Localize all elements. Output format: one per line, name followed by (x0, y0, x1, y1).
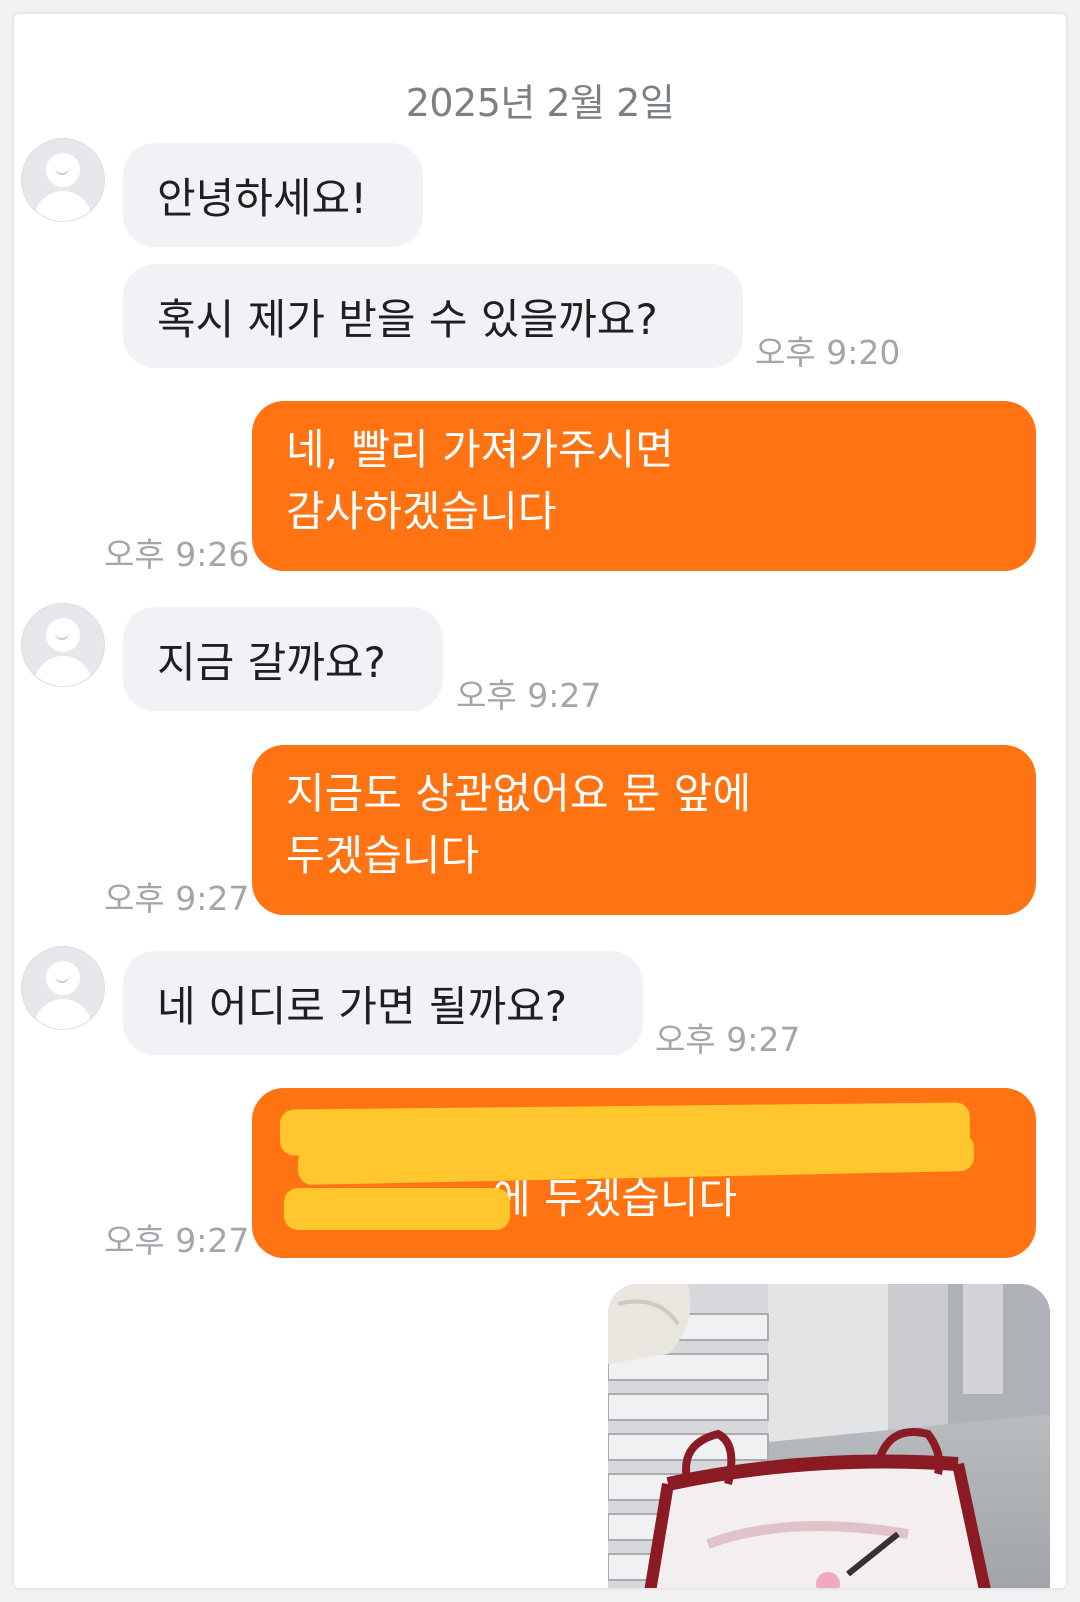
message-timestamp: 오후 9:27 (655, 1020, 801, 1059)
message-timestamp: 오후 9:27 (456, 676, 602, 715)
message-text-line: 지금도 상관없어요 문 앞에 (286, 769, 752, 818)
redaction-scribble (284, 1188, 510, 1230)
message-text: 지금 갈까요? (157, 637, 386, 687)
message-timestamp: 오후 9:27 (104, 879, 250, 918)
sender-avatar-icon[interactable] (21, 603, 105, 687)
date-separator: 2025년 2월 2일 (405, 81, 675, 125)
message-timestamp: 오후 9:20 (755, 333, 901, 372)
sender-avatar-icon[interactable] (21, 138, 105, 222)
photo-message-thumbnail[interactable] (608, 1284, 1050, 1588)
incoming-message-bubble[interactable]: 혹시 제가 받을 수 있을까요? (123, 264, 743, 368)
outgoing-message-bubble[interactable]: 지금도 상관없어요 문 앞에 두겠습니다 (252, 745, 1036, 915)
incoming-message-bubble[interactable]: 안녕하세요! (123, 143, 423, 247)
outgoing-message-bubble[interactable]: 네, 빨리 가져가주시면 감사하겠습니다 (252, 401, 1036, 571)
message-text: 네 어디로 가면 될까요? (157, 981, 568, 1031)
message-text: 안녕하세요! (157, 173, 368, 223)
message-timestamp: 오후 9:27 (104, 1221, 250, 1260)
message-text-line: 감사하겠습니다 (286, 487, 557, 536)
incoming-message-bubble[interactable]: 네 어디로 가면 될까요? (123, 951, 643, 1055)
message-text: 혹시 제가 받을 수 있을까요? (157, 294, 658, 344)
photo-image (608, 1284, 1050, 1588)
outgoing-message-bubble[interactable]: 에 두겠습니다 (252, 1088, 1036, 1258)
message-timestamp: 오후 9:26 (104, 535, 250, 574)
message-text-line: 두겠습니다 (286, 831, 480, 880)
incoming-message-bubble[interactable]: 지금 갈까요? (123, 607, 443, 711)
chat-thread: 2025년 2월 2일 안녕하세요! 혹시 제가 받을 수 있을까요? 오후 9… (14, 14, 1066, 1588)
sender-avatar-icon[interactable] (21, 946, 105, 1030)
message-text: 에 두겠습니다 (492, 1174, 738, 1223)
message-text-line: 네, 빨리 가져가주시면 (286, 425, 674, 474)
